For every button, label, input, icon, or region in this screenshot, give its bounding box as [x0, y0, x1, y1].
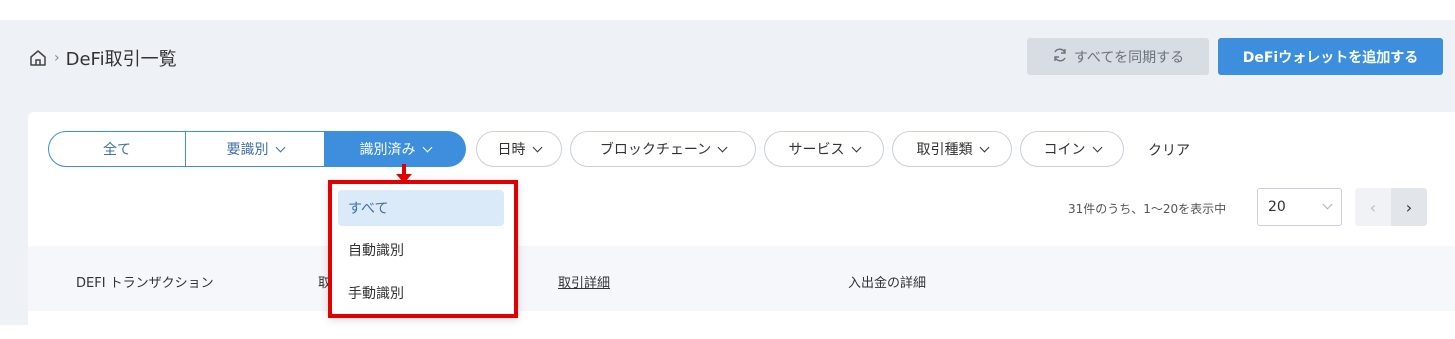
filter-coin[interactable]: コイン: [1020, 131, 1124, 167]
segment-identified[interactable]: 識別済み: [325, 131, 466, 167]
filter-blockchain-label: ブロックチェーン: [599, 142, 712, 158]
dropdown-item-manual-identified[interactable]: 手動識別: [338, 275, 504, 311]
pagination-buttons: ‹ ›: [1355, 188, 1427, 226]
chevron-down-icon: [532, 142, 542, 152]
segment-needs-identification[interactable]: 要識別: [186, 131, 325, 167]
bottom-strip: [0, 325, 1455, 339]
page-size-value: 20: [1268, 199, 1286, 215]
segment-all-label: 全て: [103, 142, 131, 158]
add-defi-wallet-button[interactable]: DeFiウォレットを追加する: [1218, 38, 1443, 75]
chevron-down-icon: [717, 142, 728, 152]
chevron-down-icon: [979, 142, 989, 152]
previous-page-button[interactable]: ‹: [1355, 188, 1391, 226]
breadcrumb: › DeFi取引一覧: [28, 45, 177, 71]
home-icon[interactable]: [28, 48, 48, 68]
breadcrumb-separator: ›: [54, 50, 60, 66]
top-strip: [0, 0, 1455, 20]
segment-needs-identification-label: 要識別: [226, 142, 269, 158]
annotation-arrow-head: [396, 174, 412, 183]
filter-date-label: 日時: [497, 142, 526, 158]
table-header: [28, 246, 1455, 311]
page-size-select[interactable]: 20: [1257, 188, 1342, 226]
chevron-down-icon: [275, 142, 285, 152]
page-title: DeFi取引一覧: [65, 49, 177, 70]
column-header-defi-transaction[interactable]: DEFI トランザクション: [76, 272, 214, 291]
filter-blockchain[interactable]: ブロックチェーン: [570, 131, 756, 167]
pagination-summary: 31件のうち、1〜20を表示中: [1068, 202, 1227, 216]
filter-transaction-type-label: 取引種類: [916, 142, 973, 158]
chevron-down-icon: [1092, 142, 1102, 152]
identification-segmented-control: 全て 要識別 識別済み: [48, 131, 466, 167]
chevron-down-icon: [1322, 199, 1333, 209]
dropdown-item-all[interactable]: すべて: [338, 190, 504, 226]
filter-transaction-type[interactable]: 取引種類: [892, 131, 1012, 167]
identified-filter-dropdown: すべて 自動識別 手動識別: [328, 180, 518, 318]
sync-all-label: すべてを同期する: [1073, 49, 1185, 66]
dropdown-item-auto-identified[interactable]: 自動識別: [338, 232, 504, 268]
segment-identified-label: 識別済み: [359, 142, 416, 158]
sync-all-button[interactable]: すべてを同期する: [1027, 38, 1209, 75]
filter-coin-label: コイン: [1043, 142, 1086, 158]
column-header-transaction-detail[interactable]: 取引詳細: [558, 272, 610, 291]
filter-date[interactable]: 日時: [476, 131, 562, 167]
segment-all[interactable]: 全て: [48, 131, 186, 167]
column-header-deposit-withdrawal-detail[interactable]: 入出金の詳細: [848, 272, 926, 291]
filter-service-label: サービス: [788, 142, 845, 158]
next-page-button[interactable]: ›: [1391, 188, 1427, 226]
chevron-down-icon: [851, 142, 861, 152]
chevron-down-icon: [422, 142, 432, 152]
clear-filters-link[interactable]: クリア: [1148, 140, 1190, 160]
filter-service[interactable]: サービス: [764, 131, 884, 167]
sync-icon: [1052, 47, 1068, 67]
